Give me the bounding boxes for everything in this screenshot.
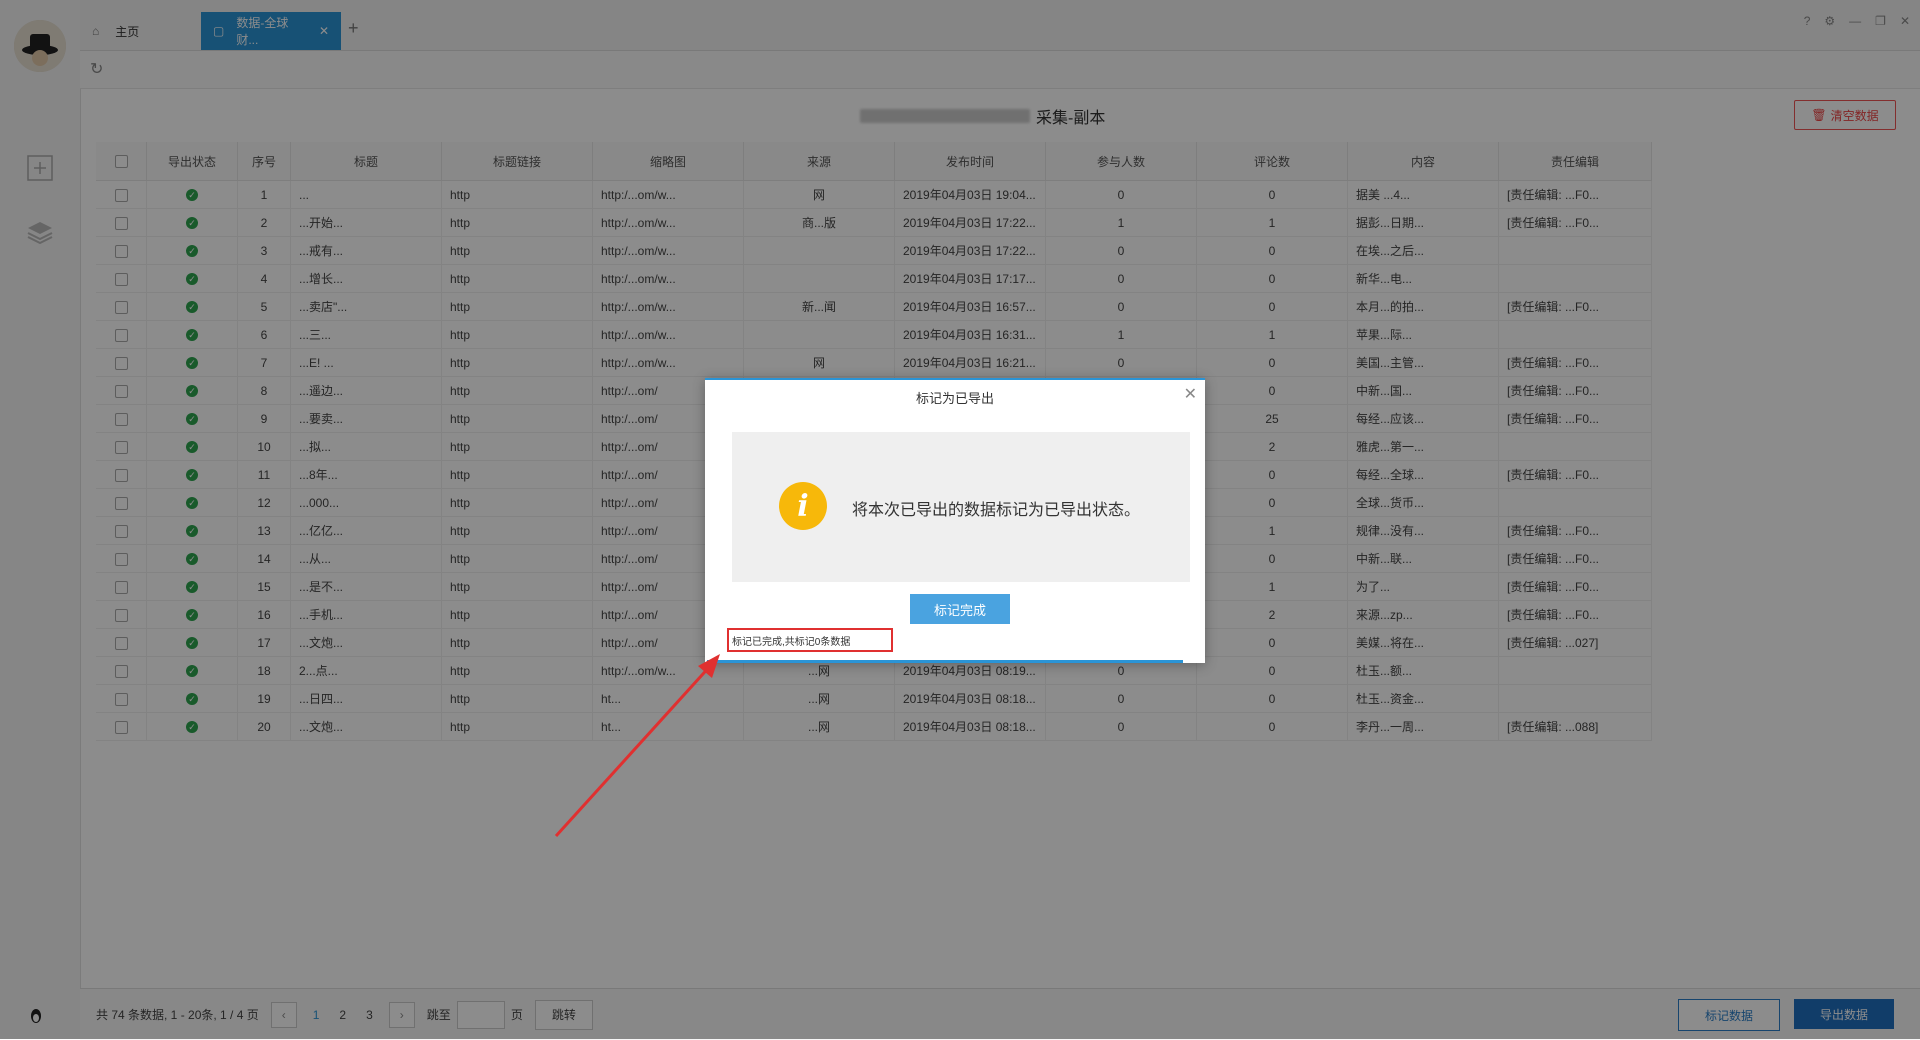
info-icon: i bbox=[779, 482, 827, 530]
dialog-title: 标记为已导出 bbox=[915, 391, 994, 406]
dialog-message: 将本次已导出的数据标记为已导出状态。 bbox=[852, 502, 1141, 519]
dialog-status-text: 标记已完成,共标记0条数据 bbox=[727, 628, 893, 652]
dialog-close-icon[interactable]: ✕ bbox=[1184, 384, 1197, 404]
dialog-body: i 将本次已导出的数据标记为已导出状态。 bbox=[732, 432, 1190, 582]
mark-complete-button[interactable]: 标记完成 bbox=[910, 594, 1010, 624]
mark-exported-dialog: 标记为已导出 ✕ i 将本次已导出的数据标记为已导出状态。 标记完成 标记已完成… bbox=[705, 378, 1205, 663]
progress-bar bbox=[707, 660, 1183, 663]
